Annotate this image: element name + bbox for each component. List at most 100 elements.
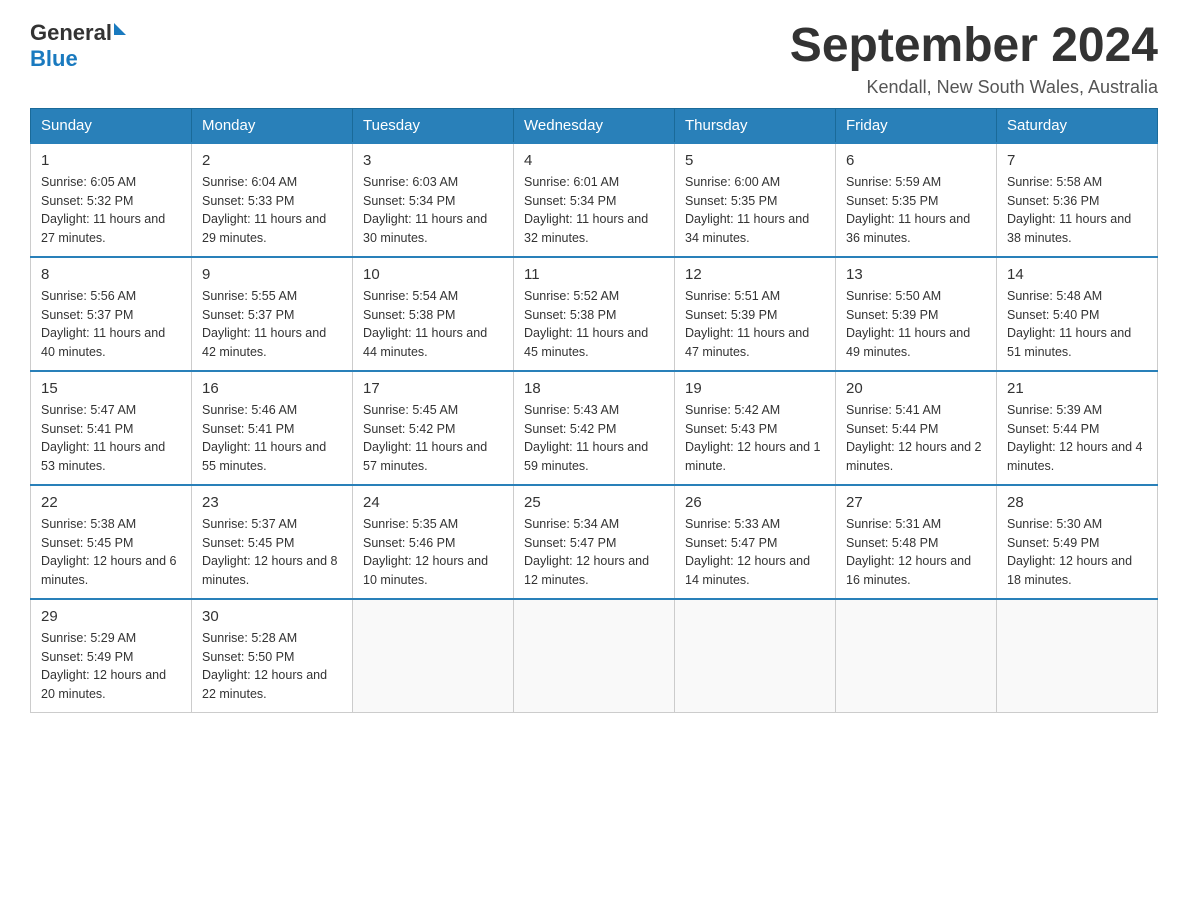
calendar-cell: 3 Sunrise: 6:03 AM Sunset: 5:34 PM Dayli… xyxy=(353,143,514,257)
calendar-cell: 4 Sunrise: 6:01 AM Sunset: 5:34 PM Dayli… xyxy=(514,143,675,257)
calendar-cell: 6 Sunrise: 5:59 AM Sunset: 5:35 PM Dayli… xyxy=(836,143,997,257)
day-number: 14 xyxy=(1007,266,1147,283)
day-number: 13 xyxy=(846,266,986,283)
day-info: Sunrise: 5:58 AM Sunset: 5:36 PM Dayligh… xyxy=(1007,173,1147,248)
day-number: 7 xyxy=(1007,152,1147,169)
day-number: 17 xyxy=(363,380,503,397)
day-info: Sunrise: 5:55 AM Sunset: 5:37 PM Dayligh… xyxy=(202,287,342,362)
day-number: 29 xyxy=(41,608,181,625)
calendar-cell: 13 Sunrise: 5:50 AM Sunset: 5:39 PM Dayl… xyxy=(836,257,997,371)
day-info: Sunrise: 5:56 AM Sunset: 5:37 PM Dayligh… xyxy=(41,287,181,362)
logo-blue: Blue xyxy=(30,46,126,72)
day-number: 20 xyxy=(846,380,986,397)
day-number: 4 xyxy=(524,152,664,169)
day-info: Sunrise: 5:48 AM Sunset: 5:40 PM Dayligh… xyxy=(1007,287,1147,362)
day-info: Sunrise: 5:46 AM Sunset: 5:41 PM Dayligh… xyxy=(202,401,342,476)
calendar-cell: 26 Sunrise: 5:33 AM Sunset: 5:47 PM Dayl… xyxy=(675,485,836,599)
day-number: 22 xyxy=(41,494,181,511)
col-saturday: Saturday xyxy=(997,108,1158,143)
day-number: 21 xyxy=(1007,380,1147,397)
calendar-cell xyxy=(675,599,836,713)
day-info: Sunrise: 5:37 AM Sunset: 5:45 PM Dayligh… xyxy=(202,515,342,590)
day-info: Sunrise: 5:30 AM Sunset: 5:49 PM Dayligh… xyxy=(1007,515,1147,590)
day-info: Sunrise: 5:50 AM Sunset: 5:39 PM Dayligh… xyxy=(846,287,986,362)
calendar-cell: 11 Sunrise: 5:52 AM Sunset: 5:38 PM Dayl… xyxy=(514,257,675,371)
calendar-header-row: Sunday Monday Tuesday Wednesday Thursday… xyxy=(31,108,1158,143)
week-row-1: 1 Sunrise: 6:05 AM Sunset: 5:32 PM Dayli… xyxy=(31,143,1158,257)
day-number: 8 xyxy=(41,266,181,283)
calendar-cell xyxy=(836,599,997,713)
month-title: September 2024 xyxy=(790,20,1158,73)
calendar-cell: 29 Sunrise: 5:29 AM Sunset: 5:49 PM Dayl… xyxy=(31,599,192,713)
col-thursday: Thursday xyxy=(675,108,836,143)
logo-triangle-icon xyxy=(114,23,126,35)
day-info: Sunrise: 5:47 AM Sunset: 5:41 PM Dayligh… xyxy=(41,401,181,476)
calendar-cell: 28 Sunrise: 5:30 AM Sunset: 5:49 PM Dayl… xyxy=(997,485,1158,599)
calendar-cell: 10 Sunrise: 5:54 AM Sunset: 5:38 PM Dayl… xyxy=(353,257,514,371)
calendar-cell xyxy=(353,599,514,713)
day-number: 23 xyxy=(202,494,342,511)
calendar-cell: 1 Sunrise: 6:05 AM Sunset: 5:32 PM Dayli… xyxy=(31,143,192,257)
day-info: Sunrise: 6:00 AM Sunset: 5:35 PM Dayligh… xyxy=(685,173,825,248)
day-number: 11 xyxy=(524,266,664,283)
day-info: Sunrise: 5:45 AM Sunset: 5:42 PM Dayligh… xyxy=(363,401,503,476)
day-number: 6 xyxy=(846,152,986,169)
day-number: 24 xyxy=(363,494,503,511)
day-number: 5 xyxy=(685,152,825,169)
day-info: Sunrise: 5:33 AM Sunset: 5:47 PM Dayligh… xyxy=(685,515,825,590)
calendar-cell xyxy=(997,599,1158,713)
day-info: Sunrise: 5:43 AM Sunset: 5:42 PM Dayligh… xyxy=(524,401,664,476)
day-number: 27 xyxy=(846,494,986,511)
day-info: Sunrise: 5:42 AM Sunset: 5:43 PM Dayligh… xyxy=(685,401,825,476)
calendar-table: Sunday Monday Tuesday Wednesday Thursday… xyxy=(30,108,1158,713)
day-number: 12 xyxy=(685,266,825,283)
page-header: General Blue September 2024 Kendall, New… xyxy=(30,20,1158,98)
calendar-cell: 12 Sunrise: 5:51 AM Sunset: 5:39 PM Dayl… xyxy=(675,257,836,371)
calendar-cell: 17 Sunrise: 5:45 AM Sunset: 5:42 PM Dayl… xyxy=(353,371,514,485)
calendar-cell: 23 Sunrise: 5:37 AM Sunset: 5:45 PM Dayl… xyxy=(192,485,353,599)
week-row-2: 8 Sunrise: 5:56 AM Sunset: 5:37 PM Dayli… xyxy=(31,257,1158,371)
day-info: Sunrise: 5:38 AM Sunset: 5:45 PM Dayligh… xyxy=(41,515,181,590)
calendar-cell: 14 Sunrise: 5:48 AM Sunset: 5:40 PM Dayl… xyxy=(997,257,1158,371)
day-info: Sunrise: 6:04 AM Sunset: 5:33 PM Dayligh… xyxy=(202,173,342,248)
col-tuesday: Tuesday xyxy=(353,108,514,143)
calendar-cell: 7 Sunrise: 5:58 AM Sunset: 5:36 PM Dayli… xyxy=(997,143,1158,257)
day-info: Sunrise: 5:35 AM Sunset: 5:46 PM Dayligh… xyxy=(363,515,503,590)
day-info: Sunrise: 5:51 AM Sunset: 5:39 PM Dayligh… xyxy=(685,287,825,362)
day-info: Sunrise: 5:31 AM Sunset: 5:48 PM Dayligh… xyxy=(846,515,986,590)
calendar-cell: 20 Sunrise: 5:41 AM Sunset: 5:44 PM Dayl… xyxy=(836,371,997,485)
day-number: 1 xyxy=(41,152,181,169)
day-info: Sunrise: 5:29 AM Sunset: 5:49 PM Dayligh… xyxy=(41,629,181,704)
calendar-cell: 19 Sunrise: 5:42 AM Sunset: 5:43 PM Dayl… xyxy=(675,371,836,485)
day-number: 28 xyxy=(1007,494,1147,511)
day-info: Sunrise: 6:05 AM Sunset: 5:32 PM Dayligh… xyxy=(41,173,181,248)
day-number: 15 xyxy=(41,380,181,397)
calendar-cell: 24 Sunrise: 5:35 AM Sunset: 5:46 PM Dayl… xyxy=(353,485,514,599)
day-number: 25 xyxy=(524,494,664,511)
day-info: Sunrise: 6:01 AM Sunset: 5:34 PM Dayligh… xyxy=(524,173,664,248)
calendar-cell: 22 Sunrise: 5:38 AM Sunset: 5:45 PM Dayl… xyxy=(31,485,192,599)
day-info: Sunrise: 6:03 AM Sunset: 5:34 PM Dayligh… xyxy=(363,173,503,248)
logo: General Blue xyxy=(30,20,126,72)
day-number: 18 xyxy=(524,380,664,397)
day-info: Sunrise: 5:52 AM Sunset: 5:38 PM Dayligh… xyxy=(524,287,664,362)
day-number: 26 xyxy=(685,494,825,511)
week-row-3: 15 Sunrise: 5:47 AM Sunset: 5:41 PM Dayl… xyxy=(31,371,1158,485)
calendar-cell: 8 Sunrise: 5:56 AM Sunset: 5:37 PM Dayli… xyxy=(31,257,192,371)
calendar-cell: 30 Sunrise: 5:28 AM Sunset: 5:50 PM Dayl… xyxy=(192,599,353,713)
calendar-cell: 2 Sunrise: 6:04 AM Sunset: 5:33 PM Dayli… xyxy=(192,143,353,257)
col-sunday: Sunday xyxy=(31,108,192,143)
logo-general: General xyxy=(30,20,112,46)
calendar-cell: 21 Sunrise: 5:39 AM Sunset: 5:44 PM Dayl… xyxy=(997,371,1158,485)
day-number: 9 xyxy=(202,266,342,283)
calendar-cell: 9 Sunrise: 5:55 AM Sunset: 5:37 PM Dayli… xyxy=(192,257,353,371)
calendar-cell: 25 Sunrise: 5:34 AM Sunset: 5:47 PM Dayl… xyxy=(514,485,675,599)
day-number: 3 xyxy=(363,152,503,169)
day-info: Sunrise: 5:34 AM Sunset: 5:47 PM Dayligh… xyxy=(524,515,664,590)
col-monday: Monday xyxy=(192,108,353,143)
week-row-5: 29 Sunrise: 5:29 AM Sunset: 5:49 PM Dayl… xyxy=(31,599,1158,713)
calendar-cell: 5 Sunrise: 6:00 AM Sunset: 5:35 PM Dayli… xyxy=(675,143,836,257)
day-info: Sunrise: 5:39 AM Sunset: 5:44 PM Dayligh… xyxy=(1007,401,1147,476)
col-friday: Friday xyxy=(836,108,997,143)
day-info: Sunrise: 5:41 AM Sunset: 5:44 PM Dayligh… xyxy=(846,401,986,476)
